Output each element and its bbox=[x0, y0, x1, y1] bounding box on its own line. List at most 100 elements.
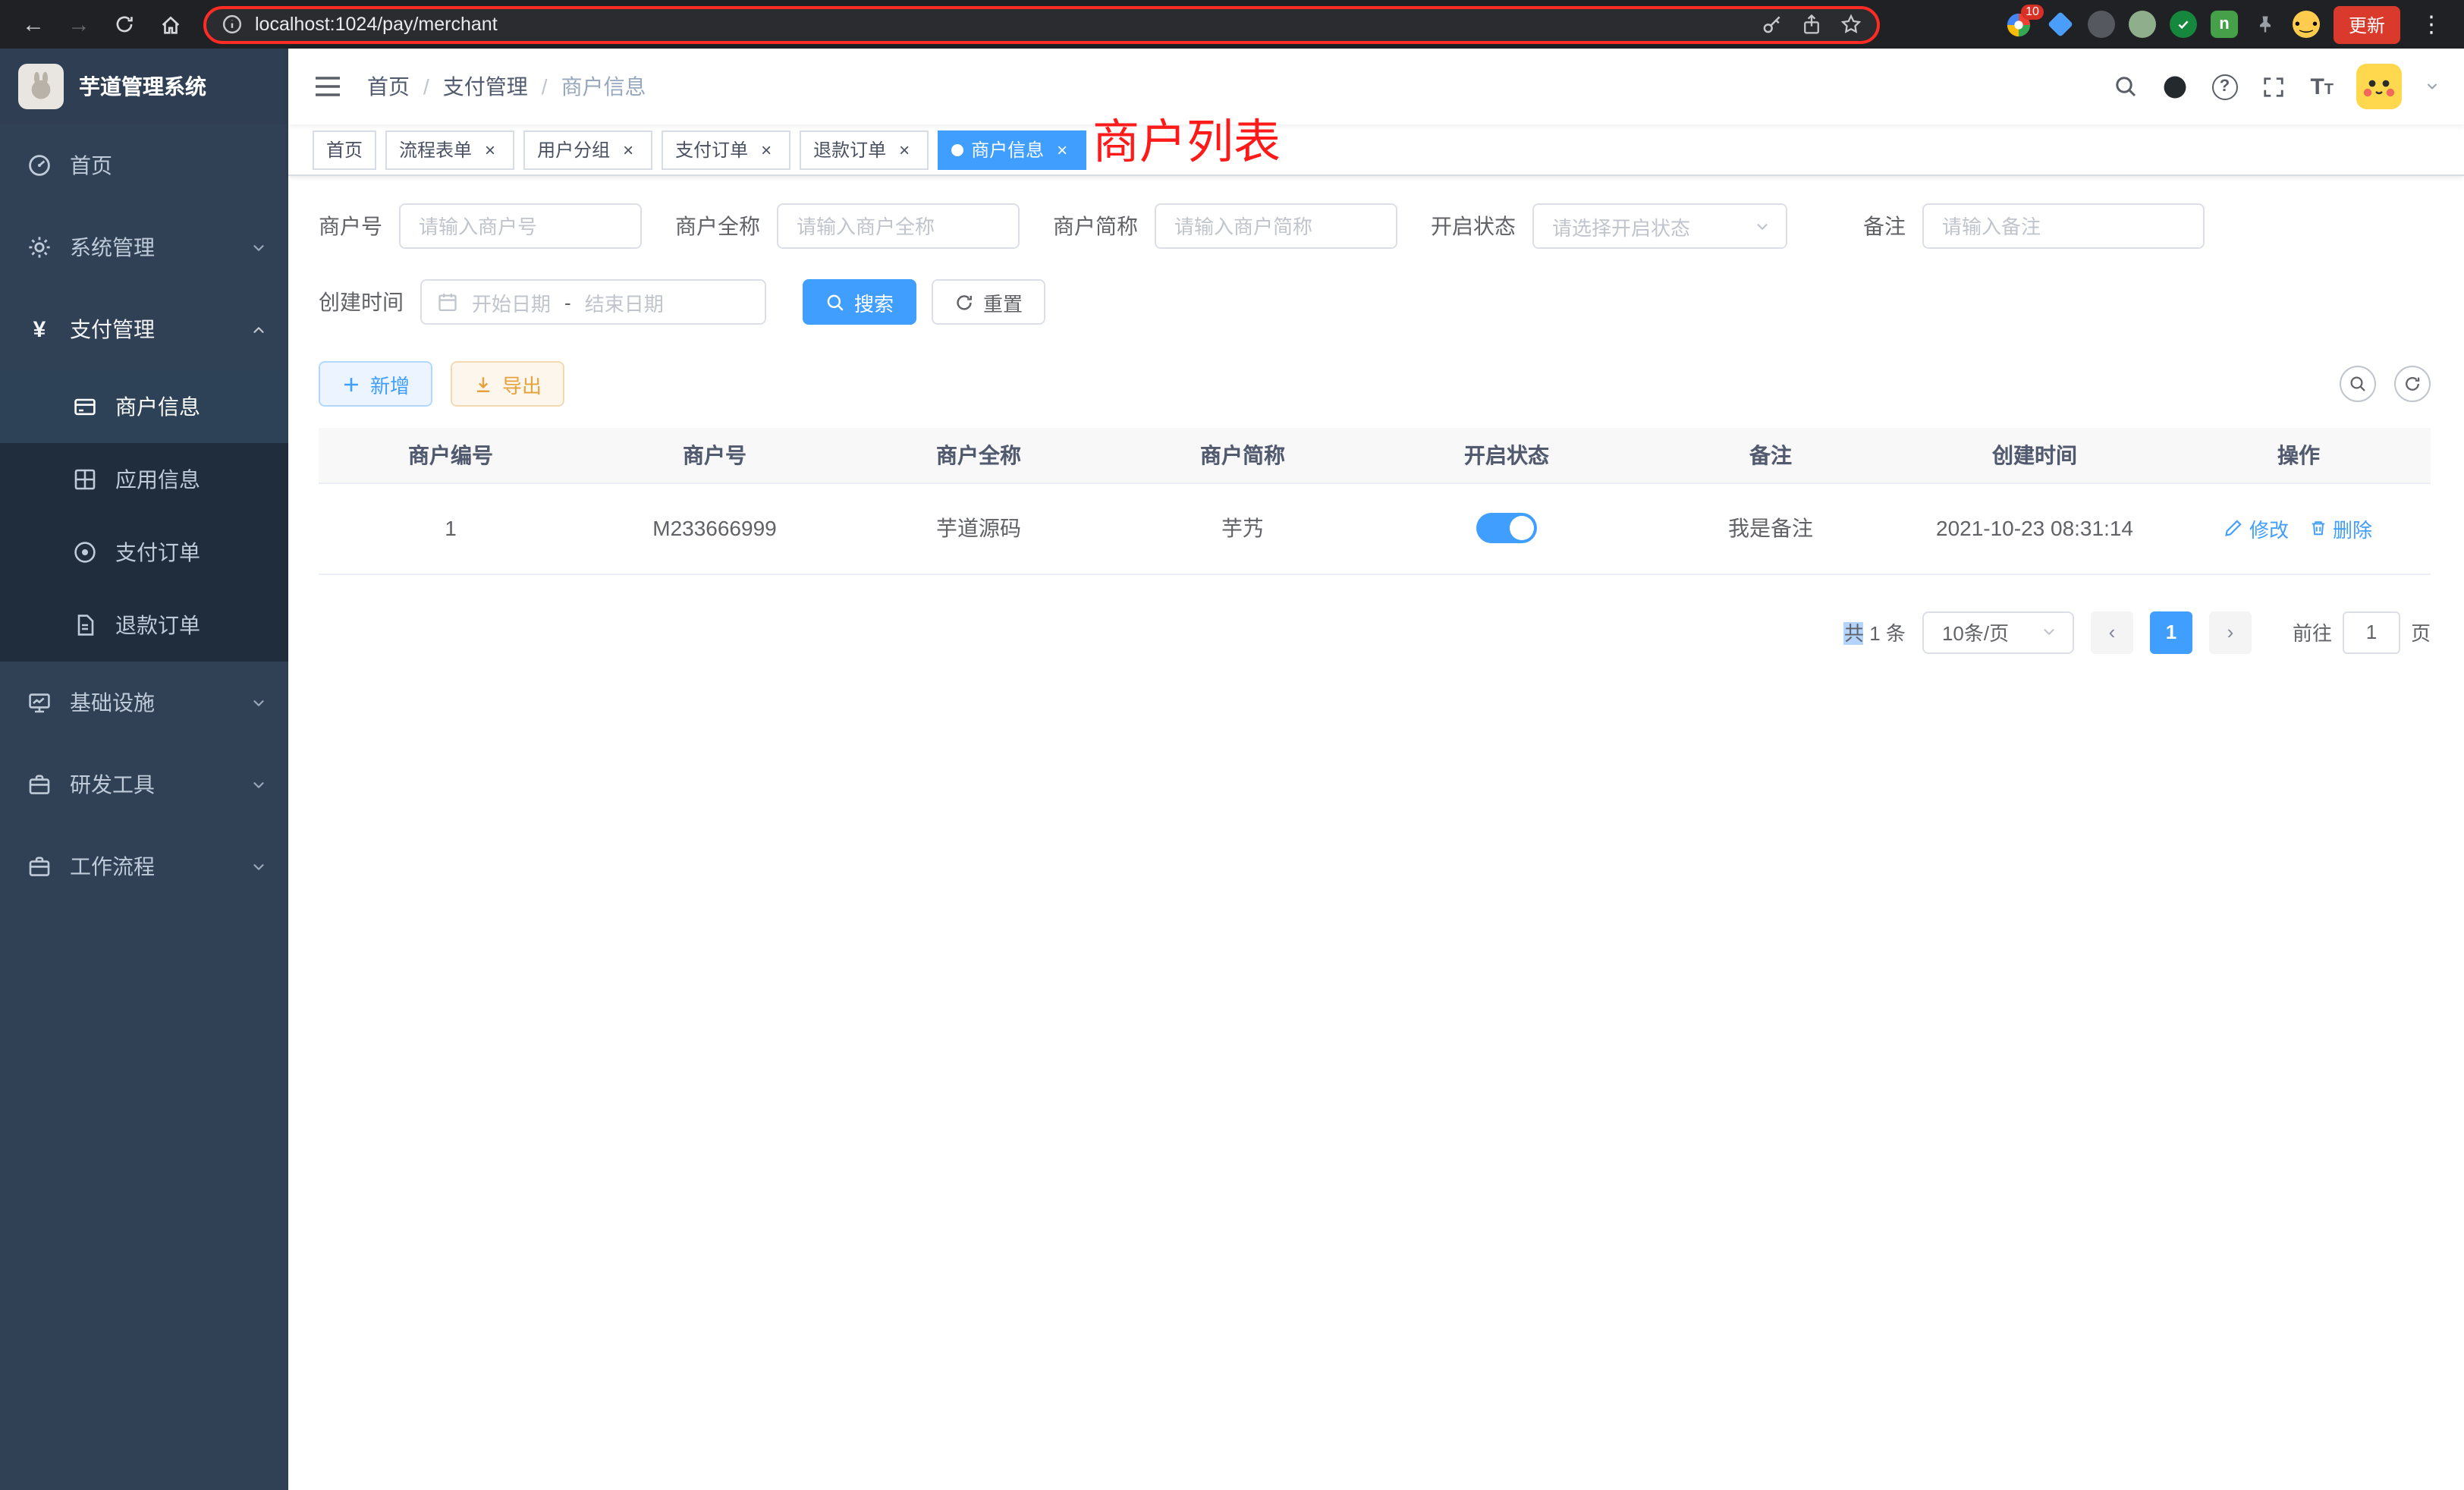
caret-down-icon[interactable] bbox=[2425, 79, 2440, 94]
sidebar-item-payment[interactable]: ¥ 支付管理 bbox=[0, 288, 288, 370]
plus-icon bbox=[341, 374, 361, 394]
date-separator: - bbox=[564, 291, 571, 313]
extension-pin-icon[interactable] bbox=[2252, 11, 2279, 38]
pagination-total: 共 1 条 bbox=[1844, 618, 1906, 646]
reset-button[interactable]: 重置 bbox=[932, 279, 1045, 325]
browser-reload-icon[interactable] bbox=[106, 6, 143, 42]
sidebar-item-system[interactable]: 系统管理 bbox=[0, 206, 288, 288]
close-icon[interactable]: × bbox=[756, 139, 777, 160]
remark-input[interactable] bbox=[1922, 203, 2205, 249]
next-page-button[interactable]: › bbox=[2209, 611, 2252, 653]
extension-pinwheel-icon[interactable]: 10 bbox=[2006, 11, 2033, 38]
merchant-no-input[interactable] bbox=[399, 203, 642, 249]
yen-icon: ¥ bbox=[27, 317, 52, 341]
merchant-table: 商户编号 商户号 商户全称 商户简称 开启状态 备注 创建时间 操作 1 bbox=[319, 428, 2431, 574]
sidebar-item-refund-order[interactable]: 退款订单 bbox=[0, 589, 288, 662]
profile-avatar-icon[interactable]: •‿• bbox=[2293, 11, 2320, 38]
help-icon[interactable]: ? bbox=[2211, 74, 2237, 99]
app-logo[interactable]: 芋道管理系统 bbox=[0, 49, 288, 124]
create-time-label: 创建时间 bbox=[319, 287, 404, 317]
sidebar-item-merchant-info[interactable]: 商户信息 bbox=[0, 370, 288, 443]
sidebar-item-app-info[interactable]: 应用信息 bbox=[0, 443, 288, 516]
pagination-total-suffix: 条 bbox=[1886, 622, 1906, 645]
tab-merchant-info[interactable]: 商户信息 × bbox=[938, 130, 1086, 169]
tab-process-form[interactable]: 流程表单 × bbox=[385, 130, 514, 169]
close-icon[interactable]: × bbox=[618, 139, 639, 160]
tab-pay-order[interactable]: 支付订单 × bbox=[662, 130, 790, 169]
breadcrumb-payment[interactable]: 支付管理 bbox=[443, 71, 528, 102]
extension-check-icon[interactable] bbox=[2170, 11, 2197, 38]
sidebar-item-home[interactable]: 首页 bbox=[0, 124, 288, 206]
full-name-input[interactable] bbox=[777, 203, 1020, 249]
chevron-down-icon bbox=[1754, 218, 1771, 234]
sidebar-item-label: 商户信息 bbox=[115, 391, 200, 422]
status-select[interactable]: 请选择开启状态 bbox=[1532, 203, 1787, 249]
sidebar-item-pay-order[interactable]: 支付订单 bbox=[0, 516, 288, 589]
close-icon[interactable]: × bbox=[894, 139, 915, 160]
tab-home[interactable]: 首页 bbox=[313, 130, 376, 169]
export-button[interactable]: 导出 bbox=[451, 361, 564, 407]
edit-button[interactable]: 修改 bbox=[2225, 514, 2289, 542]
status-toggle[interactable] bbox=[1476, 513, 1537, 543]
short-name-input[interactable] bbox=[1155, 203, 1397, 249]
table-header-row: 商户编号 商户号 商户全称 商户简称 开启状态 备注 创建时间 操作 bbox=[319, 428, 2431, 483]
search-button[interactable]: 搜索 bbox=[803, 279, 916, 325]
user-avatar[interactable] bbox=[2356, 64, 2402, 109]
sidebar-item-infrastructure[interactable]: 基础设施 bbox=[0, 662, 288, 743]
toggle-search-button[interactable] bbox=[2340, 366, 2376, 402]
document-icon bbox=[73, 613, 97, 637]
browser-home-icon[interactable] bbox=[152, 6, 188, 42]
navbar-actions: ? TT bbox=[2111, 64, 2440, 109]
fullscreen-icon[interactable] bbox=[2260, 73, 2287, 100]
export-button-label: 导出 bbox=[502, 369, 542, 398]
delete-button[interactable]: 删除 bbox=[2308, 514, 2372, 542]
extension-dark-circle-icon[interactable] bbox=[2088, 11, 2115, 38]
extension-gem-icon[interactable] bbox=[2047, 11, 2074, 38]
cell-created-at: 2021-10-23 08:31:14 bbox=[1903, 483, 2167, 574]
table-toolbar: 新增 导出 bbox=[319, 361, 2431, 407]
password-key-icon[interactable] bbox=[1762, 14, 1783, 35]
sidebar-item-label: 退款订单 bbox=[115, 610, 200, 640]
date-range-picker[interactable]: 开始日期 - 结束日期 bbox=[420, 279, 766, 325]
filter-row-1: 商户号 商户全称 商户简称 开启状态 请选择开启状态 bbox=[319, 203, 2431, 249]
sidebar-item-dev-tools[interactable]: 研发工具 bbox=[0, 743, 288, 825]
menu-fold-icon[interactable] bbox=[313, 71, 343, 102]
share-icon[interactable] bbox=[1801, 14, 1822, 35]
refresh-icon bbox=[2403, 375, 2422, 393]
breadcrumb-home[interactable]: 首页 bbox=[367, 71, 410, 102]
github-icon[interactable] bbox=[2161, 73, 2189, 100]
address-bar[interactable]: localhost:1024/pay/merchant bbox=[203, 5, 1880, 43]
add-button[interactable]: 新增 bbox=[319, 361, 432, 407]
close-icon[interactable]: × bbox=[479, 139, 501, 160]
browser-update-button[interactable]: 更新 bbox=[2334, 5, 2400, 43]
close-icon[interactable]: × bbox=[1051, 139, 1073, 160]
extension-green-square-icon[interactable]: n bbox=[2211, 11, 2238, 38]
chevron-down-icon bbox=[250, 776, 267, 793]
tab-refund-order[interactable]: 退款订单 × bbox=[800, 130, 929, 169]
cell-merchant-id: 1 bbox=[319, 483, 583, 574]
refresh-table-button[interactable] bbox=[2394, 366, 2431, 402]
sidebar-item-label: 首页 bbox=[70, 150, 112, 181]
browser-menu-icon[interactable]: ⋮ bbox=[2414, 11, 2449, 38]
font-size-icon[interactable]: TT bbox=[2310, 75, 2334, 98]
tab-user-group[interactable]: 用户分组 × bbox=[523, 130, 652, 169]
col-status: 开启状态 bbox=[1375, 428, 1639, 483]
sidebar-item-label: 基础设施 bbox=[70, 687, 155, 718]
browser-forward-icon[interactable]: → bbox=[61, 6, 97, 42]
short-name-label: 商户简称 bbox=[1053, 211, 1138, 241]
extension-avatar-icon[interactable] bbox=[2129, 11, 2156, 38]
search-icon[interactable] bbox=[2111, 73, 2139, 100]
chevron-down-icon bbox=[2041, 624, 2057, 640]
browser-back-icon[interactable]: ← bbox=[15, 6, 52, 42]
top-navbar: 首页 / 支付管理 / 商户信息 ? TT bbox=[288, 49, 2464, 124]
page-1-button[interactable]: 1 bbox=[2150, 611, 2192, 653]
site-info-icon[interactable] bbox=[222, 14, 243, 35]
goto-page-input[interactable] bbox=[2343, 611, 2400, 653]
merchant-card-icon bbox=[73, 395, 97, 419]
briefcase-icon bbox=[27, 854, 52, 879]
prev-page-button[interactable]: ‹ bbox=[2091, 611, 2133, 653]
bookmark-star-icon[interactable] bbox=[1840, 14, 1862, 35]
table-row: 1 M233666999 芋道源码 芋艿 我是备注 2021-10-23 08:… bbox=[319, 483, 2431, 574]
sidebar-item-workflow[interactable]: 工作流程 bbox=[0, 825, 288, 907]
page-size-select[interactable]: 10条/页 bbox=[1922, 611, 2074, 653]
